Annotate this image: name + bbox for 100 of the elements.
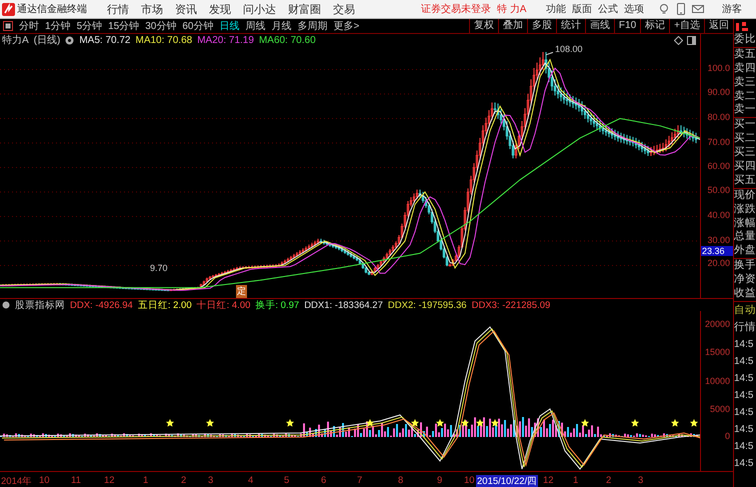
quote-label: 卖二 xyxy=(734,90,756,103)
quote-label: 外盘 xyxy=(734,244,756,260)
time-label: 10 xyxy=(38,475,51,486)
high-price-label: 108.00 xyxy=(555,44,583,54)
indicator-value: 换手: 0.97 xyxy=(255,298,300,312)
price-tick: 60.00 xyxy=(707,161,730,171)
toolbar-button[interactable]: 复权 xyxy=(468,19,498,33)
menu-item[interactable]: 财富圈 xyxy=(282,2,327,16)
toolbar-button[interactable]: F10 xyxy=(614,19,640,33)
menu-item[interactable]: 发现 xyxy=(203,2,237,16)
quote-label: 卖一 xyxy=(734,103,756,118)
indicator-tick: 10000 xyxy=(704,376,730,386)
quote-label: 卖三 xyxy=(734,76,756,90)
price-tick: 40.00 xyxy=(707,210,730,220)
menu-item[interactable]: 交易 xyxy=(327,2,361,16)
time-label: 2 xyxy=(180,475,188,486)
period-label: (日线) xyxy=(34,34,60,47)
time-label: 4 xyxy=(247,475,254,486)
indicator-tick: 0 xyxy=(724,431,730,441)
menu-item[interactable]: 版面 xyxy=(572,2,592,16)
time-label: 9 xyxy=(436,475,444,486)
quote-label: 委比 xyxy=(734,33,756,48)
period-tab[interactable]: 更多> xyxy=(330,19,362,33)
quote-label: 买二 xyxy=(734,132,756,146)
time-label: 2 xyxy=(605,475,612,486)
indicator-value: DDX2: -197595.36 xyxy=(388,300,467,310)
indicator-tick: 15000 xyxy=(704,347,730,357)
trade-time: 14:5 xyxy=(734,354,754,369)
toolbar-button[interactable]: 标记 xyxy=(640,19,670,33)
trade-time: 14:5 xyxy=(734,388,754,403)
period-tab[interactable]: 5分钟 xyxy=(74,19,106,33)
stock-name: 特 力A xyxy=(497,2,526,16)
trade-time: 14:5 xyxy=(734,406,754,420)
quote-label: 卖五 xyxy=(734,48,756,62)
time-label: 5 xyxy=(283,475,290,486)
period-tab[interactable]: 1分钟 xyxy=(42,19,74,33)
period-tab[interactable]: 分时 xyxy=(16,19,42,33)
user-name[interactable]: 游客 xyxy=(722,2,742,16)
time-label: 8 xyxy=(397,475,404,486)
time-label: 2014年 xyxy=(0,475,34,487)
quote-label: 涨幅 xyxy=(734,216,756,230)
app-title: 通达信金融终端 xyxy=(17,2,87,16)
price-tick: 90.00 xyxy=(707,87,730,97)
period-tab[interactable]: 日线 xyxy=(216,19,242,33)
indicator-name: 股票指标网 xyxy=(15,298,65,312)
period-tab[interactable]: 15分钟 xyxy=(105,19,142,33)
trade-time: 14:5 xyxy=(734,372,754,386)
time-label: 7 xyxy=(356,475,364,486)
menu-item[interactable]: 选项 xyxy=(624,2,644,16)
price-tick: 50.00 xyxy=(707,185,730,195)
toolbar-button[interactable]: 返回 xyxy=(704,19,733,33)
quote-label: 收益 xyxy=(734,287,756,302)
quote-label: 现价 xyxy=(734,188,756,203)
time-label: 1 xyxy=(572,475,580,486)
time-label: 12 xyxy=(542,475,555,486)
toolbar-button[interactable]: +自选 xyxy=(669,19,704,33)
trade-time: 14:5 xyxy=(734,440,754,454)
trade-time: 14:5 xyxy=(734,456,754,471)
menu-item[interactable]: 公式 xyxy=(598,2,618,16)
ma-value: MA5: 70.72 xyxy=(79,34,130,46)
toolbar-button[interactable]: 叠加 xyxy=(498,19,527,33)
indicator-value: 五日红: 2.00 xyxy=(138,298,192,312)
period-tab[interactable]: 30分钟 xyxy=(142,19,180,33)
price-tick: 70.00 xyxy=(707,137,730,147)
mode-label[interactable]: 自动 xyxy=(734,302,756,319)
menu-item[interactable]: 资讯 xyxy=(169,2,203,16)
time-label: 12 xyxy=(103,475,116,486)
quote-label: 涨跌 xyxy=(734,202,756,217)
quote-label: 买三 xyxy=(734,146,756,160)
menu-item[interactable]: 市场 xyxy=(135,2,169,16)
time-label: 3 xyxy=(637,475,644,486)
quote-label: 卖四 xyxy=(734,62,756,76)
login-notice: 证券交易未登录 xyxy=(421,2,491,16)
ma-value: MA60: 70.60 xyxy=(258,34,316,46)
toolbar-button[interactable]: 统计 xyxy=(556,19,585,33)
menu-item[interactable]: 功能 xyxy=(546,2,566,16)
time-label: 10 xyxy=(463,475,476,486)
ma-value: MA10: 70.68 xyxy=(136,34,192,46)
period-tab[interactable]: 60分钟 xyxy=(179,19,216,33)
quote-label: 净资 xyxy=(734,273,756,288)
period-tab[interactable]: 月线 xyxy=(268,19,294,33)
ma-value: MA20: 71.19 xyxy=(197,34,254,46)
low-price-label: 9.70 xyxy=(150,262,168,273)
menu-item[interactable]: 问小达 xyxy=(237,2,282,16)
indicator-value: DDX: -4926.94 xyxy=(70,300,133,310)
event-marker[interactable]: 定 xyxy=(236,285,247,298)
menu-item[interactable]: 行情 xyxy=(101,2,135,16)
period-tab[interactable]: 多周期 xyxy=(294,19,330,33)
toolbar-button[interactable]: 画线 xyxy=(584,19,614,33)
indicator-value: DDX3: -221285.09 xyxy=(472,300,550,310)
stock-name: 特力A xyxy=(2,34,29,47)
quote-label: 买一 xyxy=(734,118,756,132)
indicator-tick: 20000 xyxy=(704,319,730,329)
period-tab[interactable]: 周线 xyxy=(242,19,268,33)
price-tick: 30.00 xyxy=(707,235,730,245)
trade-time: 14:5 xyxy=(734,338,754,352)
toolbar-button[interactable]: 多股 xyxy=(526,19,556,33)
indicator-value: 十日红: 4.00 xyxy=(196,298,250,312)
price-tick: 20.00 xyxy=(707,258,730,268)
price-tick: 80.00 xyxy=(707,112,730,122)
